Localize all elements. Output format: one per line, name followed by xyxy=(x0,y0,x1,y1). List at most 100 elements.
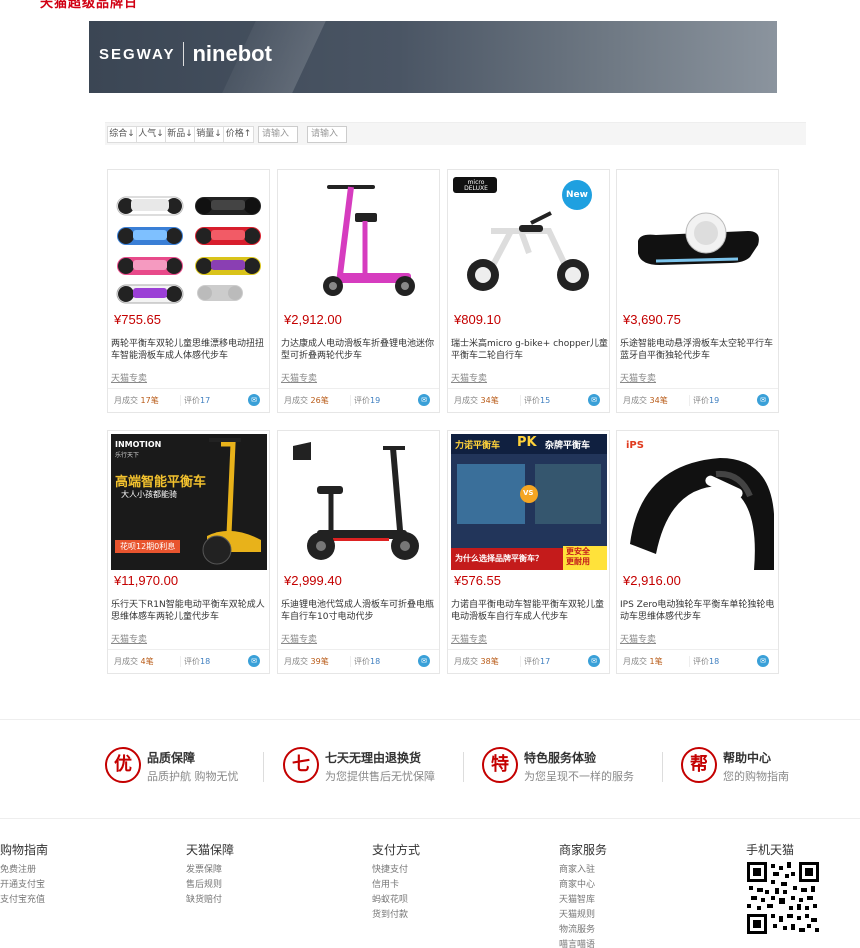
footer-link[interactable]: 物流服务 xyxy=(559,923,607,938)
product-card[interactable]: ¥2,912.00 力达康成人电动滑板车折叠锂电池迷你型可折叠两轮代步车 天猫专… xyxy=(277,169,440,413)
product-card[interactable]: ¥755.65 两轮平衡车双轮儿童思维漂移电动扭扭车智能滑板车成人体感代步车 天… xyxy=(107,169,270,413)
monthly-sales: 月成交 4笔 xyxy=(114,657,154,666)
product-image[interactable] xyxy=(620,173,776,309)
footer-link[interactable]: 售后规则 xyxy=(186,878,234,893)
product-stats: 月成交 39笔 评价18 ✉ xyxy=(278,649,439,673)
wangwang-chat-icon[interactable]: ✉ xyxy=(248,655,260,667)
product-image[interactable] xyxy=(111,173,267,309)
footer-link[interactable]: 免费注册 xyxy=(0,863,48,878)
footer-link[interactable]: 天猫智库 xyxy=(559,893,607,908)
shop-link[interactable]: 天猫专卖 xyxy=(111,371,147,384)
product-stats: 月成交 34笔 评价15 ✉ xyxy=(448,388,609,412)
review-count[interactable]: 评价15 xyxy=(520,395,550,406)
product-title[interactable]: IPS Zero电动独轮车平衡车单轮独轮电动车思维体感代步车 xyxy=(620,599,777,625)
product-price: ¥2,999.40 xyxy=(284,573,342,588)
wangwang-chat-icon[interactable]: ✉ xyxy=(588,394,600,406)
wangwang-chat-icon[interactable]: ✉ xyxy=(418,394,430,406)
sort-price-button[interactable]: 价格↑ xyxy=(223,126,254,143)
interest-free-tag: 花呗12期0利息 xyxy=(115,540,181,553)
footer-link[interactable]: 快捷支付 xyxy=(372,863,420,878)
sort-new-button[interactable]: 新品↓ xyxy=(165,126,195,143)
product-title[interactable]: 瑞士米高micro g-bike+ chopper儿童平衡车二轮自行车 xyxy=(451,338,608,364)
product-card[interactable]: 力诺平衡车 PK 杂牌平衡车 VS 为什么选择品牌平衡车？ 更安全 更耐用 ¥5… xyxy=(447,430,610,674)
product-image[interactable]: INMOTION 乐行天下 高端智能平衡车 大人小孩都能骑 花呗12期0利息 xyxy=(111,434,267,570)
review-count[interactable]: 评价19 xyxy=(350,395,380,406)
product-stats: 月成交 26笔 评价19 ✉ xyxy=(278,388,439,412)
footer-shopping-guide: 购物指南 免费注册 开通支付宝 支付宝充值 xyxy=(0,841,48,908)
wangwang-chat-icon[interactable]: ✉ xyxy=(418,655,430,667)
product-card[interactable]: ¥3,690.75 乐途智能电动悬浮滑板车太空轮平行车蓝牙自平衡独轮代步车 天猫… xyxy=(616,169,779,413)
generic-label: 杂牌平衡车 xyxy=(545,441,591,451)
wangwang-chat-icon[interactable]: ✉ xyxy=(588,655,600,667)
review-count[interactable]: 评价17 xyxy=(520,656,550,667)
product-card[interactable]: iPS ¥2,916.00 IPS Zero电动独轮车平衡车单轮独轮电动车思维体… xyxy=(616,430,779,674)
product-image[interactable] xyxy=(281,434,437,570)
sort-default-button[interactable]: 综合↓ xyxy=(107,126,137,143)
help-center-icon: 帮 xyxy=(681,747,717,783)
wangwang-chat-icon[interactable]: ✉ xyxy=(248,394,260,406)
wangwang-chat-icon[interactable]: ✉ xyxy=(757,394,769,406)
subline-text: 大人小孩都能骑 xyxy=(121,490,177,499)
footer-link[interactable]: 开通支付宝 xyxy=(0,878,48,893)
footer-link[interactable]: 商家中心 xyxy=(559,878,607,893)
sort-sales-button[interactable]: 销量↓ xyxy=(194,126,224,143)
product-image[interactable] xyxy=(281,173,437,309)
footer-link[interactable]: 商家入驻 xyxy=(559,863,607,878)
footer-link[interactable]: 支付宝充值 xyxy=(0,893,48,908)
product-title[interactable]: 乐途智能电动悬浮滑板车太空轮平行车蓝牙自平衡独轮代步车 xyxy=(620,338,777,364)
footer-link[interactable]: 货到付款 xyxy=(372,908,420,923)
monthly-sales: 月成交 34笔 xyxy=(454,396,499,405)
shop-link[interactable]: 天猫专卖 xyxy=(281,632,317,645)
review-count[interactable]: 评价18 xyxy=(180,656,210,667)
footer-link[interactable]: 发票保障 xyxy=(186,863,234,878)
shop-link[interactable]: 天猫专卖 xyxy=(451,371,487,384)
product-title[interactable]: 乐行天下R1N智能电动平衡车双轮成人思维体感车两轮儿童代步车 xyxy=(111,599,268,625)
product-title[interactable]: 乐迪锂电池代驾成人滑板车可折叠电瓶车自行车10寸电动代步 xyxy=(281,599,438,625)
headline-text: 高端智能平衡车 xyxy=(115,475,207,490)
product-card[interactable]: micro DELUXE New ¥809.10 瑞士米高micro g-bik… xyxy=(447,169,610,413)
divider xyxy=(263,752,264,782)
product-title[interactable]: 力诺自平衡电动车智能平衡车双轮儿童电动滑板车自行车成人代步车 xyxy=(451,599,608,625)
footer-link[interactable]: 缺货赔付 xyxy=(186,893,234,908)
wangwang-chat-icon[interactable]: ✉ xyxy=(757,655,769,667)
inmotion-logo: INMOTION xyxy=(115,440,162,449)
product-stats: 月成交 1笔 评价18 ✉ xyxy=(617,649,778,673)
footer-link[interactable]: 蚂蚁花呗 xyxy=(372,893,420,908)
guarantee-subtitle: 您的购物指南 xyxy=(723,770,789,783)
product-image[interactable]: 力诺平衡车 PK 杂牌平衡车 VS 为什么选择品牌平衡车？ 更安全 更耐用 xyxy=(451,434,607,570)
tmall-super-brand-day-logo[interactable]: 天猫超级品牌日 xyxy=(40,0,138,12)
product-image[interactable]: iPS xyxy=(620,434,776,570)
shop-link[interactable]: 天猫专卖 xyxy=(620,371,656,384)
monthly-sales: 月成交 34笔 xyxy=(623,396,668,405)
review-count[interactable]: 评价18 xyxy=(350,656,380,667)
footer-heading: 天猫保障 xyxy=(186,843,235,857)
shop-link[interactable]: 天猫专卖 xyxy=(451,632,487,645)
monthly-sales: 月成交 39笔 xyxy=(284,657,329,666)
guarantee-title: 七天无理由退换货 xyxy=(325,751,422,765)
price-max-input[interactable]: 请输入 xyxy=(307,126,347,143)
brand-banner[interactable]: SEGWAY ninebot xyxy=(89,21,777,93)
footer-link[interactable]: 喵言喵语 xyxy=(559,938,607,948)
product-card[interactable]: INMOTION 乐行天下 高端智能平衡车 大人小孩都能骑 花呗12期0利息 ¥… xyxy=(107,430,270,674)
shop-link[interactable]: 天猫专卖 xyxy=(111,632,147,645)
footer-heading: 手机天猫 xyxy=(746,843,795,857)
footer-mobile-tmall: 手机天猫 xyxy=(746,841,794,863)
footer-link[interactable]: 信用卡 xyxy=(372,878,420,893)
review-count[interactable]: 评价17 xyxy=(180,395,210,406)
shop-link[interactable]: 天猫专卖 xyxy=(281,371,317,384)
review-count[interactable]: 评价19 xyxy=(689,395,719,406)
shop-link[interactable]: 天猫专卖 xyxy=(620,632,656,645)
guarantee-title: 品质保障 xyxy=(147,751,196,765)
product-image[interactable]: micro DELUXE New xyxy=(451,173,607,309)
product-card[interactable]: ¥2,999.40 乐迪锂电池代驾成人滑板车可折叠电瓶车自行车10寸电动代步 天… xyxy=(277,430,440,674)
micro-deluxe-logo: micro DELUXE xyxy=(464,179,488,192)
footer-merchant-service: 商家服务 商家入驻 商家中心 天猫智库 天猫规则 物流服务 喵言喵语 xyxy=(559,841,607,948)
review-count[interactable]: 评价18 xyxy=(689,656,719,667)
product-title[interactable]: 两轮平衡车双轮儿童思维漂移电动扭扭车智能滑板车成人体感代步车 xyxy=(111,338,268,364)
guarantee-title: 特色服务体验 xyxy=(524,751,597,765)
sort-popularity-button[interactable]: 人气↓ xyxy=(136,126,166,143)
price-min-input[interactable]: 请输入 xyxy=(258,126,298,143)
footer-link[interactable]: 天猫规则 xyxy=(559,908,607,923)
safer-label: 更安全 更耐用 xyxy=(566,547,590,566)
product-title[interactable]: 力达康成人电动滑板车折叠锂电池迷你型可折叠两轮代步车 xyxy=(281,338,438,364)
